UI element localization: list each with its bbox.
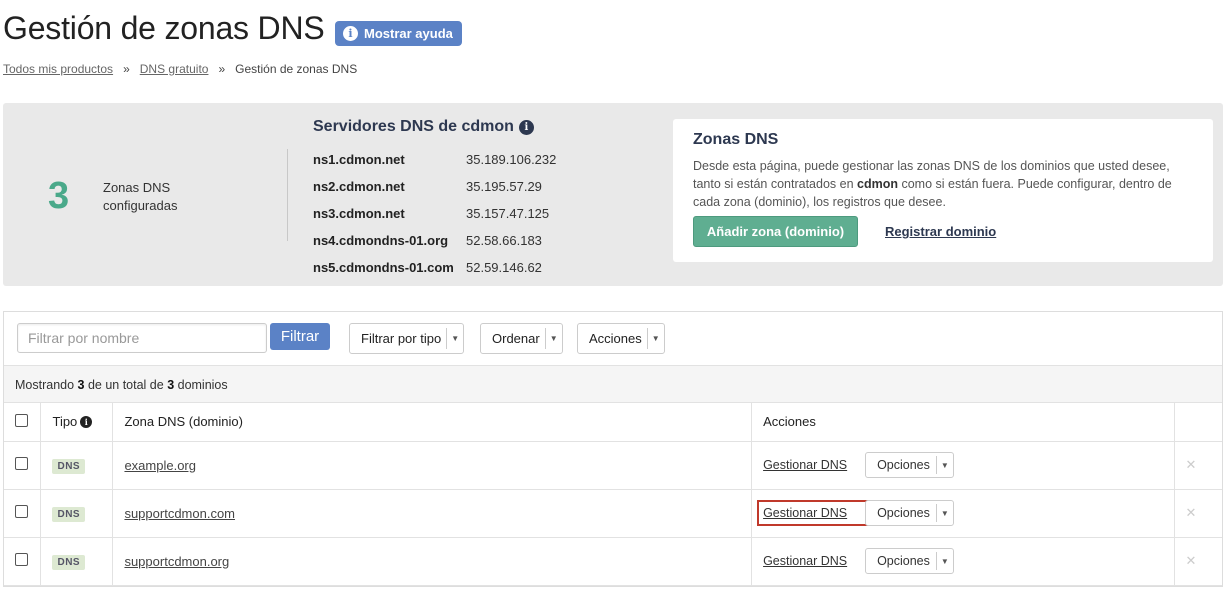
- row-checkbox[interactable]: [15, 553, 28, 566]
- table-row: DNS supportcdmon.org Gestionar DNS Opcio…: [4, 537, 1222, 586]
- row-checkbox[interactable]: [15, 505, 28, 518]
- manage-dns-link[interactable]: Gestionar DNS: [763, 458, 865, 472]
- register-domain-link[interactable]: Registrar dominio: [885, 224, 996, 239]
- chevron-down-icon: ▼: [935, 456, 953, 474]
- delete-icon[interactable]: ✕: [1174, 537, 1222, 586]
- breadcrumb-all-products[interactable]: Todos mis productos: [3, 62, 113, 76]
- select-all-checkbox[interactable]: [15, 413, 28, 427]
- options-label: Opciones: [877, 554, 930, 568]
- order-dropdown[interactable]: Ordenar ▼: [480, 323, 563, 354]
- info-icon: i: [343, 26, 358, 41]
- manage-dns-link[interactable]: Gestionar DNS: [757, 500, 872, 526]
- chevron-down-icon: ▼: [446, 328, 463, 349]
- add-zone-button[interactable]: Añadir zona (dominio): [693, 216, 858, 247]
- info-box-text: Desde esta página, puede gestionar las z…: [693, 157, 1193, 211]
- options-dropdown[interactable]: Opciones ▼: [865, 452, 954, 478]
- server-name: ns2.cdmon.net: [313, 179, 405, 194]
- chevron-down-icon: ▼: [935, 504, 953, 522]
- server-ip: 52.58.66.183: [466, 233, 542, 248]
- dns-server-list: ns1.cdmon.net 35.189.106.232 ns2.cdmon.n…: [313, 146, 556, 281]
- dns-zones-info-box: Zonas DNS Desde esta página, puede gesti…: [673, 119, 1213, 262]
- row-checkbox[interactable]: [15, 457, 28, 470]
- type-badge: DNS: [52, 458, 86, 474]
- domain-link[interactable]: supportcdmon.org: [124, 554, 229, 569]
- chevron-down-icon: ▼: [646, 328, 664, 349]
- breadcrumb: Todos mis productos » DNS gratuito » Ges…: [3, 62, 357, 76]
- dns-servers-title-text: Servidores DNS de cdmon: [313, 118, 514, 135]
- domain-link[interactable]: example.org: [124, 458, 196, 473]
- breadcrumb-separator: »: [218, 62, 226, 76]
- zone-count: 3: [48, 175, 70, 217]
- page-title: Gestión de zonas DNS: [3, 10, 325, 46]
- dns-server-row: ns4.cdmondns-01.org 52.58.66.183: [313, 227, 556, 254]
- server-ip: 35.157.47.125: [466, 206, 550, 221]
- dns-server-row: ns5.cdmondns-01.com 52.59.146.62: [313, 254, 556, 281]
- chevron-down-icon: ▼: [544, 328, 562, 349]
- domain-link[interactable]: supportcdmon.com: [124, 506, 235, 521]
- listing-summary: Mostrando 3 de un total de 3 dominios: [4, 365, 1222, 403]
- show-help-button[interactable]: i Mostrar ayuda: [335, 21, 462, 46]
- order-label: Ordenar: [492, 331, 540, 346]
- breadcrumb-current: Gestión de zonas DNS: [235, 62, 358, 76]
- manage-dns-link[interactable]: Gestionar DNS: [763, 554, 865, 568]
- server-name: ns1.cdmon.net: [313, 152, 405, 167]
- domains-table: Tipo i Zona DNS (dominio) Acciones DNS ex…: [4, 403, 1222, 586]
- options-label: Opciones: [877, 458, 930, 472]
- server-ip: 35.189.106.232: [466, 152, 557, 167]
- listing-text: de un total de: [84, 378, 168, 392]
- filter-button[interactable]: Filtrar: [270, 323, 330, 350]
- options-dropdown[interactable]: Opciones ▼: [865, 500, 954, 526]
- info-text-bold: cdmon: [857, 177, 898, 191]
- options-label: Opciones: [877, 506, 930, 520]
- table-toolbar: Filtrar Filtrar por tipo ▼ Ordenar ▼ Acc…: [4, 312, 1222, 365]
- header-zona: Zona DNS (dominio): [112, 403, 753, 442]
- show-help-label: Mostrar ayuda: [364, 26, 453, 41]
- server-ip: 35.195.57.29: [466, 179, 542, 194]
- server-name: ns3.cdmon.net: [313, 206, 405, 221]
- header-delete: [1174, 403, 1222, 442]
- dns-servers-title: Servidores DNS de cdmon i: [313, 118, 534, 136]
- server-name: ns4.cdmondns-01.org: [313, 233, 449, 248]
- server-name: ns5.cdmondns-01.com: [313, 260, 454, 275]
- divider: [287, 149, 288, 241]
- header-tipo: Tipo i: [40, 403, 114, 442]
- breadcrumb-separator: »: [123, 62, 130, 76]
- table-row: DNS supportcdmon.com Gestionar DNS Opcio…: [4, 489, 1222, 538]
- select-all-cell: [4, 403, 42, 442]
- listing-text: dominios: [174, 378, 228, 392]
- listing-text: Mostrando: [15, 378, 78, 392]
- options-dropdown[interactable]: Opciones ▼: [865, 548, 954, 574]
- summary-panel: 3 Zonas DNS configuradas Servidores DNS …: [3, 103, 1223, 286]
- type-badge: DNS: [52, 554, 86, 570]
- chevron-down-icon: ▼: [935, 552, 953, 570]
- filter-by-name-input[interactable]: [17, 323, 267, 353]
- actions-label: Acciones: [589, 331, 642, 346]
- info-icon[interactable]: i: [518, 119, 534, 135]
- domains-table-container: Filtrar Filtrar por tipo ▼ Ordenar ▼ Acc…: [3, 311, 1223, 587]
- header-acciones: Acciones: [751, 403, 1175, 442]
- breadcrumb-free-dns[interactable]: DNS gratuito: [140, 62, 209, 76]
- info-box-title: Zonas DNS: [693, 131, 779, 148]
- info-icon[interactable]: i: [80, 415, 93, 428]
- filter-type-dropdown[interactable]: Filtrar por tipo ▼: [349, 323, 465, 354]
- dns-server-row: ns2.cdmon.net 35.195.57.29: [313, 173, 556, 200]
- dns-server-row: ns3.cdmon.net 35.157.47.125: [313, 200, 556, 227]
- actions-dropdown[interactable]: Acciones ▼: [577, 323, 665, 354]
- delete-icon[interactable]: ✕: [1174, 489, 1222, 538]
- table-header-row: Tipo i Zona DNS (dominio) Acciones: [4, 403, 1222, 442]
- dns-server-row: ns1.cdmon.net 35.189.106.232: [313, 146, 556, 173]
- delete-icon[interactable]: ✕: [1174, 441, 1222, 490]
- header-tipo-label: Tipo: [52, 414, 78, 430]
- type-badge: DNS: [52, 506, 86, 522]
- table-row: DNS example.org Gestionar DNS Opciones ▼…: [4, 441, 1222, 490]
- server-ip: 52.59.146.62: [466, 260, 542, 275]
- filter-type-label: Filtrar por tipo: [361, 331, 442, 346]
- zone-count-label: Zonas DNS configuradas: [103, 180, 178, 213]
